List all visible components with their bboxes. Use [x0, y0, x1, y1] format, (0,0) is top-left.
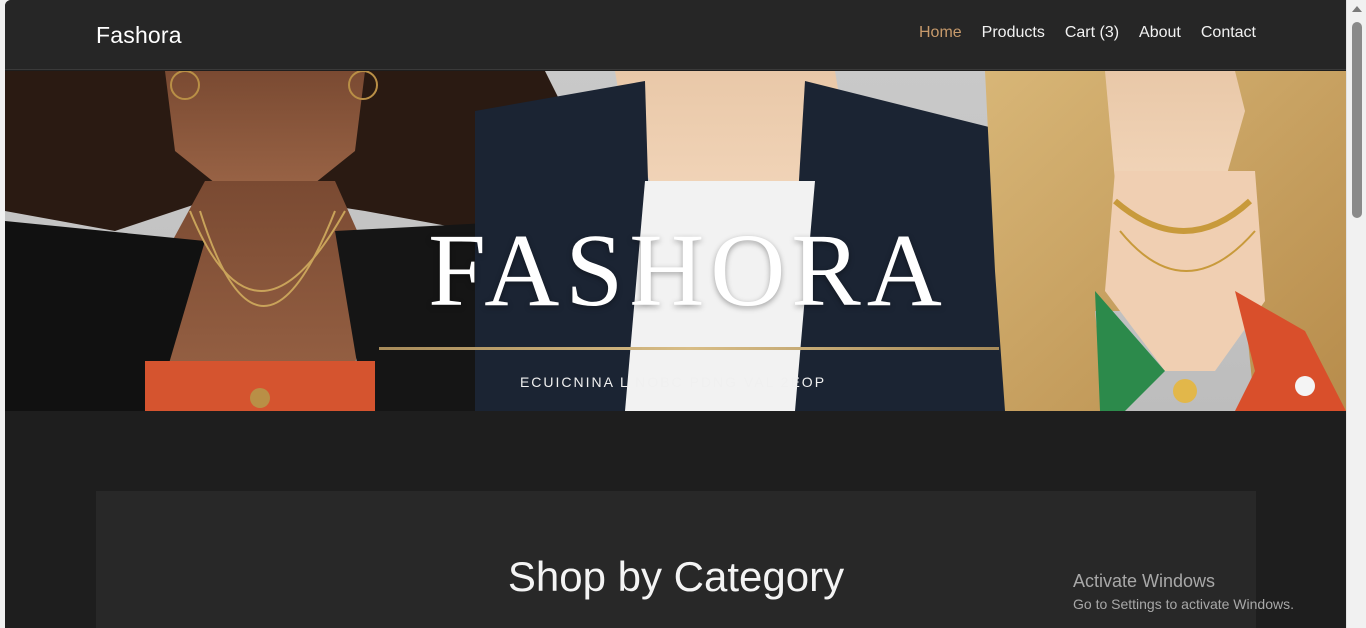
- brand-logo[interactable]: Fashora: [96, 22, 182, 49]
- scroll-up-arrow-icon[interactable]: [1352, 6, 1362, 12]
- watermark-subtitle: Go to Settings to activate Windows.: [1073, 596, 1294, 612]
- page-scrollbar[interactable]: [1346, 0, 1366, 628]
- nav-link-cart[interactable]: Cart (3): [1065, 24, 1119, 42]
- windows-activation-watermark: Activate Windows Go to Settings to activ…: [1073, 571, 1294, 612]
- hero-banner: FASHORA ECUICNINA L NOBC PDNG VAL 2EOP: [5, 71, 1346, 411]
- browser-viewport: Fashora Home Products Cart (3) About Con…: [5, 0, 1346, 628]
- hero-title: FASHORA: [428, 213, 948, 328]
- nav-link-home[interactable]: Home: [919, 24, 962, 42]
- watermark-title: Activate Windows: [1073, 571, 1216, 591]
- hero-subtitle: ECUICNINA L NOBC PDNG VAL 2EOP: [519, 374, 827, 390]
- navbar: Fashora Home Products Cart (3) About Con…: [5, 0, 1346, 70]
- nav-link-products[interactable]: Products: [982, 24, 1045, 42]
- nav-link-about[interactable]: About: [1139, 24, 1181, 42]
- hero-divider: [379, 347, 999, 350]
- nav-link-contact[interactable]: Contact: [1201, 24, 1256, 42]
- scroll-thumb[interactable]: [1352, 22, 1362, 218]
- main-nav: Home Products Cart (3) About Contact: [919, 24, 1256, 42]
